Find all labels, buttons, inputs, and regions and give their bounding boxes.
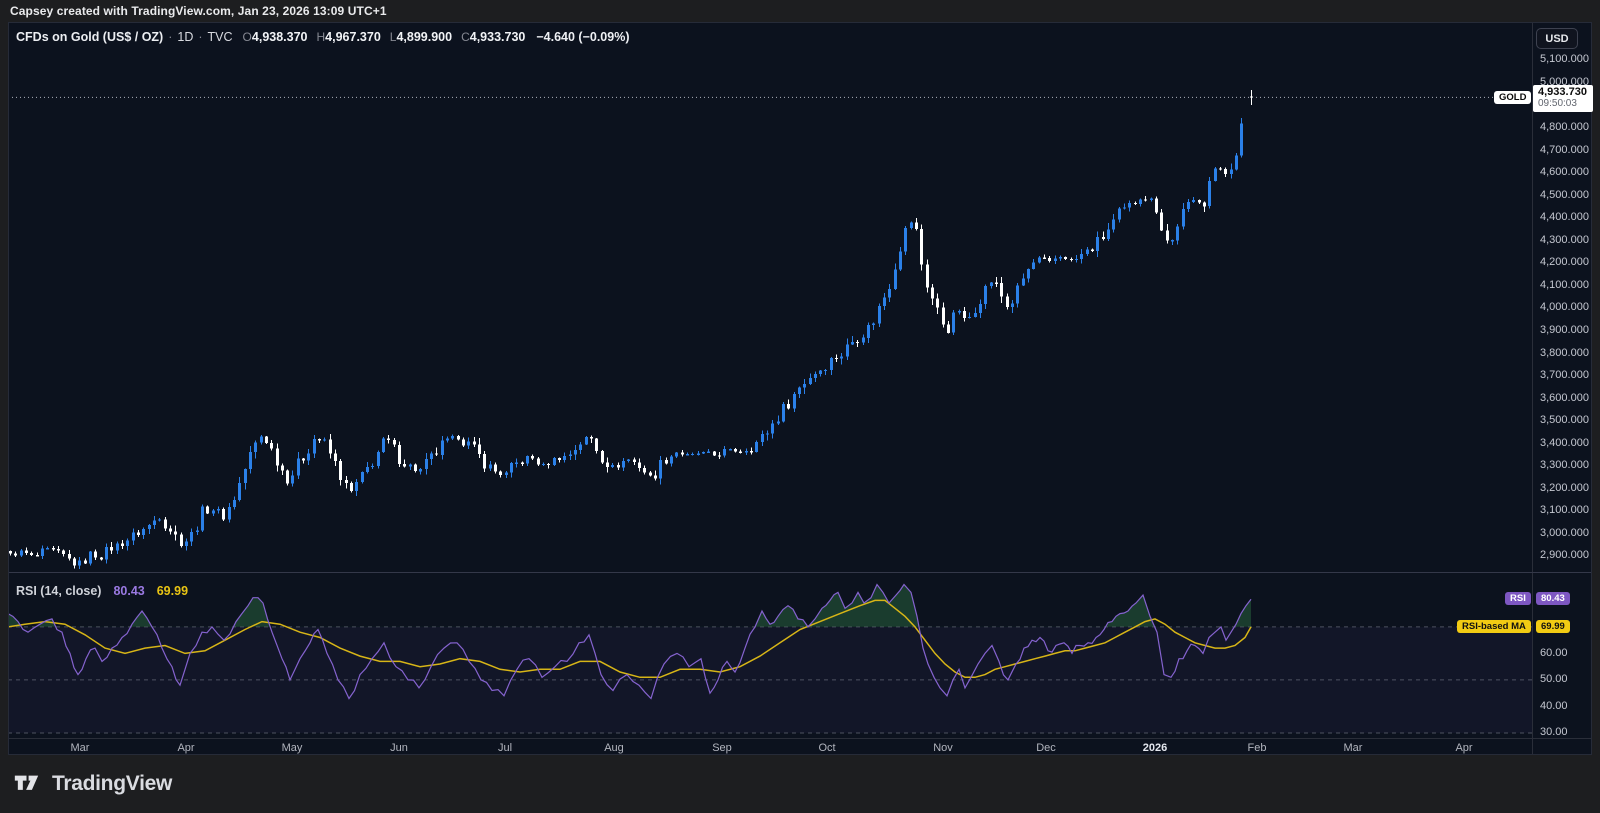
interval-label[interactable]: 1D [177,30,193,44]
rsi-axis-label: 40.00 [1540,699,1568,712]
price-axis-label: 3,300.000 [1540,459,1589,472]
time-axis-label-may: May [281,742,303,754]
chart-canvas[interactable] [0,0,1600,813]
legend-separator: · [198,30,203,44]
rsi-axis-label: 50.00 [1540,673,1568,686]
rsi-title[interactable]: RSI (14, close) [16,584,101,598]
tradingview-logo-icon[interactable] [14,772,44,796]
time-axis-label-dec: Dec [1036,742,1056,754]
legend-separator: · [168,30,173,44]
rsi-current-value: 80.43 [113,584,145,598]
price-axis-label: 4,300.000 [1540,233,1589,246]
rsi-value-badge: 80.43 [1536,592,1570,605]
price-axis-label: 4,600.000 [1540,166,1589,179]
price-axis-label: 3,100.000 [1540,504,1589,517]
price-axis-label: 3,400.000 [1540,436,1589,449]
price-axis-label: 4,700.000 [1540,143,1589,156]
symbol-price-tag: GOLD [1494,91,1532,104]
time-axis-label-mar: Mar [1343,742,1363,754]
price-axis-label: 4,500.000 [1540,188,1589,201]
rsi-ma-current-value: 69.99 [156,584,189,598]
ohlc-o: O4,938.370 [242,30,308,44]
ohlc-c: C4,933.730 [461,30,526,44]
rsi-ma-value-badge: 69.99 [1536,620,1570,633]
exchange-label: TVC [207,30,233,44]
tradingview-wordmark[interactable]: TradingView [52,772,172,796]
price-axis-label: 4,000.000 [1540,301,1589,314]
time-axis-label-2026: 2026 [1142,742,1168,754]
time-axis-label-apr: Apr [177,742,195,754]
price-axis-label: 4,100.000 [1540,278,1589,291]
price-axis-label: 3,900.000 [1540,323,1589,336]
price-axis-label: 4,400.000 [1540,211,1589,224]
time-axis-label-jul: Jul [497,742,513,754]
price-axis-label: 3,000.000 [1540,526,1589,539]
time-axis-label-apr: Apr [1455,742,1473,754]
price-axis-label: 3,800.000 [1540,346,1589,359]
current-price-label: 4,933.730 09:50:03 [1533,85,1593,112]
ohlc-h: H4,967.370 [316,30,381,44]
time-axis-label-feb: Feb [1247,742,1267,754]
price-axis-label: 3,700.000 [1540,369,1589,382]
ohlc-l: L4,899.900 [389,30,453,44]
time-axis-label-sep: Sep [712,742,732,754]
current-price-value: 4,933.730 [1538,86,1587,98]
price-axis-label: 4,800.000 [1540,121,1589,134]
currency-toggle-button[interactable]: USD [1536,28,1578,49]
snapshot-title: Capsey created with TradingView.com, Jan… [10,4,387,18]
symbol-legend[interactable]: CFDs on Gold (US$ / OZ) · 1D · TVC O4,93… [16,30,629,44]
rsi-axis-label: 60.00 [1540,646,1568,659]
tradingview-snapshot: Capsey created with TradingView.com, Jan… [0,0,1600,813]
price-axis-label: 3,500.000 [1540,414,1589,427]
rsi-axis-label: 30.00 [1540,726,1568,739]
rsi-series-tag: RSI [1505,592,1531,605]
rsi-legend[interactable]: RSI (14, close) 80.43 69.99 [16,584,188,598]
symbol-title[interactable]: CFDs on Gold (US$ / OZ) [16,30,163,44]
time-axis-label-aug: Aug [604,742,624,754]
time-axis-label-nov: Nov [933,742,953,754]
price-axis-label: 3,600.000 [1540,391,1589,404]
price-axis-label: 4,200.000 [1540,256,1589,269]
bar-countdown: 09:50:03 [1538,98,1577,109]
footer: TradingView [0,755,1600,813]
snapshot-title-bar: Capsey created with TradingView.com, Jan… [0,0,1600,22]
time-axis-label-oct: Oct [818,742,836,754]
price-axis-label: 2,900.000 [1540,549,1589,562]
price-axis-label: 3,200.000 [1540,481,1589,494]
rsi-ma-series-tag: RSI-based MA [1457,620,1531,633]
ohlc-values: O4,938.370 H4,967.370 L4,899.900 C4,933.730 [243,30,535,44]
time-axis-label-jun: Jun [390,742,408,754]
price-axis-label: 5,100.000 [1540,53,1589,66]
change-value: −4.640 (−0.09%) [536,30,630,44]
time-axis-label-mar: Mar [70,742,90,754]
